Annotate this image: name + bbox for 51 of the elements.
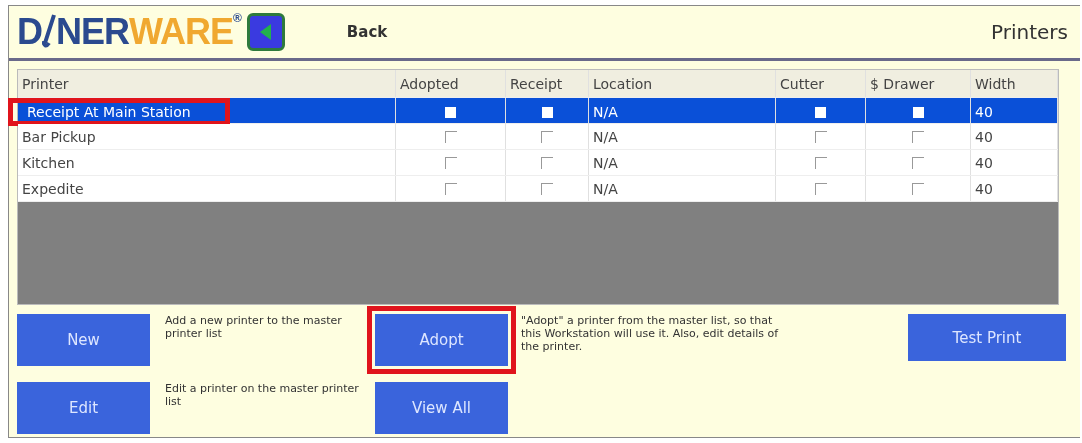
width-text: 40: [974, 153, 994, 172]
width-text: 40: [974, 179, 994, 198]
adopt-button[interactable]: Adopt: [375, 314, 508, 366]
checkbox[interactable]: [444, 130, 457, 143]
logo: D NERWARE$^{®}$: [17, 10, 241, 54]
checkbox[interactable]: [912, 182, 924, 195]
view-all-button[interactable]: View All: [375, 382, 508, 434]
adopt-description: "Adopt" a printer from the master list, so that this Workstation will use it. Also, edit details of the printer.: [521, 314, 780, 353]
width-text: 40: [974, 103, 994, 121]
checkbox[interactable]: [444, 156, 457, 169]
checkbox[interactable]: [814, 182, 827, 195]
column-header: Printer: [18, 70, 396, 97]
checkbox[interactable]: [541, 106, 553, 118]
column-header: Cutter: [776, 70, 866, 97]
checkbox[interactable]: [541, 182, 553, 195]
printer-name: Bar Pickup: [21, 127, 97, 146]
new-description: Add a new printer to the master printer list: [165, 314, 343, 340]
test-print-button[interactable]: Test Print: [908, 314, 1066, 361]
edit-button[interactable]: Edit: [17, 382, 150, 434]
table-row[interactable]: Kitchen N/A 40: [18, 150, 1058, 176]
spoon-icon: [42, 13, 56, 51]
edit-description: Edit a printer on the master printer list: [165, 382, 360, 408]
printer-name: Expedite: [21, 179, 85, 198]
location-text: N/A: [592, 179, 619, 198]
printer-name: Kitchen: [21, 153, 76, 172]
checkbox[interactable]: [445, 106, 456, 118]
checkbox[interactable]: [912, 106, 924, 118]
checkbox[interactable]: [541, 130, 553, 143]
printer-name: Receipt At Main Station: [26, 103, 192, 121]
location-text: N/A: [592, 103, 619, 121]
location-text: N/A: [592, 127, 619, 146]
column-header: Location: [589, 70, 776, 97]
back-label[interactable]: Back: [346, 23, 388, 41]
checkbox[interactable]: [912, 156, 924, 169]
table-row[interactable]: Expedite N/A 40: [18, 176, 1058, 202]
checkbox[interactable]: [912, 130, 924, 143]
column-header: $ Drawer: [866, 70, 971, 97]
checkbox[interactable]: [444, 182, 457, 195]
column-header: Width: [971, 70, 1058, 97]
column-header: Receipt: [506, 70, 589, 97]
checkbox[interactable]: [541, 156, 553, 169]
table-row[interactable]: Bar Pickup N/A 40: [18, 124, 1058, 150]
back-arrow-button[interactable]: [246, 13, 285, 51]
location-text: N/A: [592, 153, 619, 172]
checkbox[interactable]: [814, 156, 827, 169]
page-title: Printers: [991, 20, 1068, 44]
width-text: 40: [974, 127, 994, 146]
checkbox[interactable]: [814, 130, 827, 143]
new-button[interactable]: New: [17, 314, 150, 366]
column-header: Adopted: [396, 70, 506, 97]
checkbox[interactable]: [815, 106, 826, 118]
